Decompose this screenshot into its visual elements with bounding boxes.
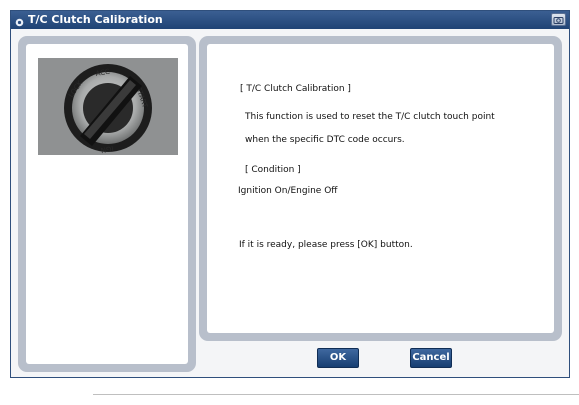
instruction-text: If it is ready, please press [OK] button…	[239, 240, 413, 250]
divider-line	[93, 394, 579, 395]
title-bar: T/C Clutch Calibration	[11, 11, 569, 29]
image-panel: LOCK ACC START IGN	[26, 44, 188, 364]
cancel-button[interactable]: Cancel	[410, 348, 452, 368]
info-panel: [ T/C Clutch Calibration ] This function…	[207, 44, 554, 333]
section-heading: [ T/C Clutch Calibration ]	[240, 84, 351, 94]
dialog-window: T/C Clutch Calibration LOCK ACC START IG…	[10, 10, 570, 378]
camera-icon[interactable]	[551, 13, 566, 26]
condition-heading: [ Condition ]	[245, 165, 301, 175]
description-line-1: This function is used to reset the T/C c…	[245, 112, 495, 122]
right-panel: [ T/C Clutch Calibration ] This function…	[199, 36, 562, 341]
condition-value: Ignition On/Engine Off	[238, 186, 338, 196]
window-title: T/C Clutch Calibration	[28, 13, 163, 26]
left-panel: LOCK ACC START IGN	[18, 36, 196, 372]
wrench-icon	[15, 15, 24, 27]
ignition-key-photo: LOCK ACC START IGN	[38, 58, 178, 155]
ok-button[interactable]: OK	[317, 348, 359, 368]
description-line-2: when the specific DTC code occurs.	[245, 135, 405, 145]
